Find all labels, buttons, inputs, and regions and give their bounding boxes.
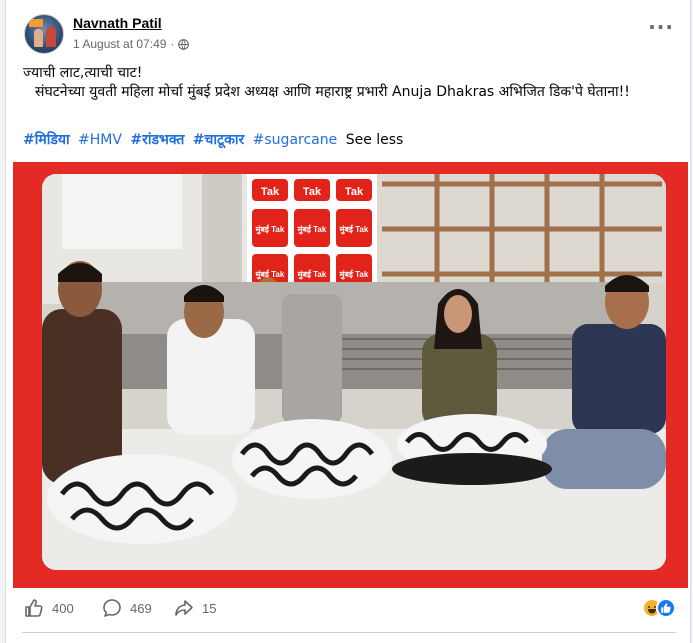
banner-tile-text: मुंबई Tak: [255, 224, 285, 235]
share-icon: [175, 600, 193, 616]
hashtag-row: #मिडिया #HMV #रांडभक्त #चाटूकार #sugarca…: [23, 130, 403, 149]
reaction-summary[interactable]: [642, 598, 676, 618]
meta-separator: ·: [170, 37, 175, 51]
banner-tile-text: मुंबई Tak: [339, 224, 369, 235]
hashtag-link[interactable]: #मिडिया: [23, 132, 70, 148]
see-less-link[interactable]: See less: [346, 132, 404, 148]
post-card: Navnath Patil 1 August at 07:49 · ··· ज्…: [5, 0, 691, 643]
footer-divider: [22, 632, 676, 633]
more-options-icon[interactable]: ···: [648, 17, 674, 37]
thumbs-up-icon: [25, 599, 43, 617]
share-action[interactable]: 15: [174, 598, 216, 618]
post-image[interactable]: Tak Tak Tak मुंबई Tak मुंबई Tak मुंबई Ta…: [13, 162, 688, 588]
author-name[interactable]: Navnath Patil: [73, 15, 162, 31]
hashtag-link[interactable]: #रांडभक्त: [130, 132, 184, 148]
author-avatar[interactable]: [24, 14, 64, 54]
post-timestamp[interactable]: 1 August at 07:49: [73, 37, 166, 51]
comment-icon: [103, 599, 121, 617]
comment-action[interactable]: 469: [102, 598, 152, 618]
globe-icon: [178, 38, 190, 50]
post-actions: 400 469 15: [6, 594, 692, 626]
banner-tile-text: मुंबई Tak: [297, 269, 327, 280]
banner-tile-text: मुंबई Tak: [339, 269, 369, 280]
hashtag-link[interactable]: #sugarcane: [253, 132, 338, 148]
interview-scene-image: Tak Tak Tak मुंबई Tak मुंबई Tak मुंबई Ta…: [42, 174, 666, 570]
hashtag-link[interactable]: #चाटूकार: [193, 132, 244, 148]
post-text-line-2: संघटनेच्या युवती महिला मोर्चा मुंबई प्रद…: [35, 84, 630, 100]
banner-tile-text: Tak: [261, 186, 280, 198]
comment-count: 469: [130, 600, 152, 616]
banner-tile-text: Tak: [345, 186, 364, 198]
like-reaction-icon: [656, 598, 676, 618]
banner-tile-text: Tak: [303, 186, 322, 198]
like-action[interactable]: 400: [24, 598, 74, 618]
banner-tile-text: मुंबई Tak: [297, 224, 327, 235]
like-count: 400: [52, 600, 74, 616]
post-text-line-1: ज्याची लाट,त्याची चाट!: [23, 65, 143, 81]
post-text: ज्याची लाट,त्याची चाट! संघटनेच्या युवती …: [23, 64, 683, 102]
post-meta: 1 August at 07:49 ·: [73, 37, 190, 51]
hashtag-link[interactable]: #HMV: [78, 132, 122, 148]
share-count: 15: [202, 600, 217, 616]
video-still-frame: Tak Tak Tak मुंबई Tak मुंबई Tak मुंबई Ta…: [42, 174, 666, 570]
